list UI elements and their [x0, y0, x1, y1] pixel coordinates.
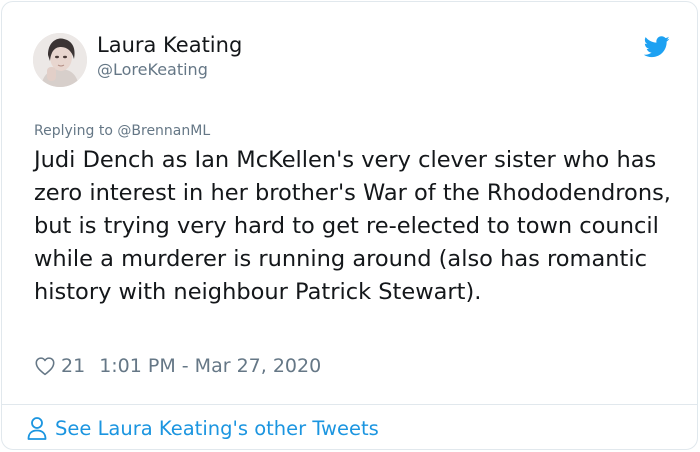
twitter-bird-icon[interactable] — [644, 36, 670, 58]
tweet-text: Judi Dench as Ian McKellen's very clever… — [34, 147, 671, 305]
author-handle[interactable]: @LoreKeating — [97, 60, 208, 79]
like-count[interactable]: 21 — [61, 355, 85, 377]
tweet-timestamp[interactable]: 1:01 PM - Mar 27, 2020 — [99, 355, 321, 377]
tweet-meta: 21 1:01 PM - Mar 27, 2020 — [34, 352, 321, 380]
embedded-tweet-card: Laura Keating @LoreKeating Replying to @… — [1, 1, 698, 450]
heart-icon[interactable] — [34, 355, 56, 377]
avatar-photo — [33, 33, 87, 87]
see-other-tweets-label[interactable]: See Laura Keating's other Tweets — [55, 417, 379, 440]
reply-prefix: Replying to — [34, 123, 113, 139]
person-icon — [27, 417, 47, 440]
reply-mention-link[interactable]: @BrennanML — [117, 123, 210, 139]
see-other-tweets-link[interactable]: See Laura Keating's other Tweets — [26, 415, 379, 441]
reply-context: Replying to @BrennanML — [34, 123, 210, 139]
avatar[interactable] — [33, 33, 87, 87]
author-name[interactable]: Laura Keating — [97, 33, 242, 57]
footer-divider — [2, 404, 697, 405]
